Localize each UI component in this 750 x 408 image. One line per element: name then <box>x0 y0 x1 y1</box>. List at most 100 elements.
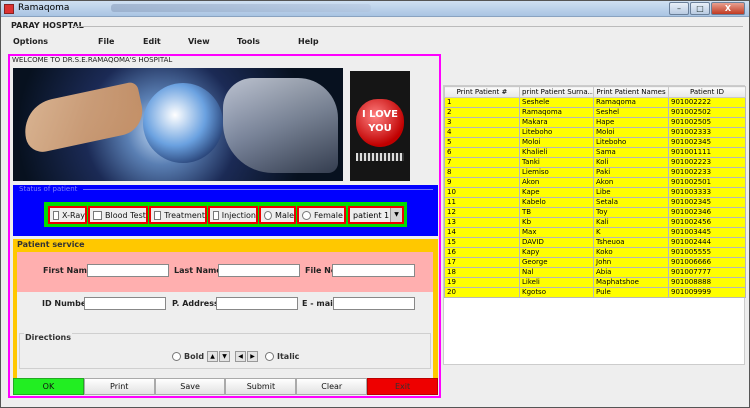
column-header[interactable]: print Patient Surna... <box>519 86 594 98</box>
maximize-button[interactable]: □ <box>690 2 710 15</box>
table-cell[interactable]: 901002345 <box>668 137 746 148</box>
table-cell[interactable]: Akon <box>593 177 669 188</box>
table-cell[interactable]: Akon <box>519 177 594 188</box>
table-cell[interactable]: 10 <box>444 187 520 198</box>
table-cell[interactable]: TB <box>519 207 594 218</box>
table-cell[interactable]: 17 <box>444 257 520 268</box>
submit-button[interactable]: Submit <box>225 378 297 395</box>
arrow-down-icon[interactable]: ▼ <box>219 351 230 362</box>
table-cell[interactable]: Abia <box>593 267 669 278</box>
save-button[interactable]: Save <box>154 378 226 395</box>
table-row[interactable]: 11 Kabelo Setala 901002345 <box>444 197 746 208</box>
table-row[interactable]: 3 Makara Hape 901002505 <box>444 117 746 128</box>
table-cell[interactable]: 901002222 <box>668 97 746 108</box>
table-cell[interactable]: Tanki <box>519 157 594 168</box>
clear-button[interactable]: Clear <box>296 378 368 395</box>
arrow-left-icon[interactable]: ◀ <box>235 351 246 362</box>
column-header[interactable]: Print Patient Names <box>593 86 669 98</box>
table-cell[interactable]: 18 <box>444 267 520 278</box>
table-cell[interactable]: Tsheuoa <box>593 237 669 248</box>
table-cell[interactable]: Kape <box>519 187 594 198</box>
table-cell[interactable]: Liemiso <box>519 167 594 178</box>
menu-file[interactable]: File <box>98 37 114 46</box>
table-cell[interactable]: 901002345 <box>668 197 746 208</box>
patient-select[interactable]: patient 1 ▼ <box>348 206 404 224</box>
table-cell[interactable]: Toy <box>593 207 669 218</box>
table-cell[interactable]: 6 <box>444 147 520 158</box>
table-row[interactable]: 19 Likeli Maphatshoe 901008888 <box>444 277 746 288</box>
table-cell[interactable]: Kb <box>519 217 594 228</box>
table-cell[interactable]: 901002505 <box>668 117 746 128</box>
table-cell[interactable]: 8 <box>444 167 520 178</box>
table-row[interactable]: 18 Nal Abia 901007777 <box>444 267 746 278</box>
last-name-field[interactable] <box>218 264 300 277</box>
table-cell[interactable]: John <box>593 257 669 268</box>
table-row[interactable]: 1 Seshele Ramaqoma 901002222 <box>444 97 746 108</box>
bold-radio[interactable]: Bold <box>172 352 204 361</box>
female-radio[interactable]: Female <box>297 206 346 224</box>
injection-checkbox[interactable]: Injection <box>208 206 258 224</box>
table-cell[interactable]: Makara <box>519 117 594 128</box>
table-cell[interactable]: Hape <box>593 117 669 128</box>
menu-view[interactable]: View <box>188 37 210 46</box>
table-row[interactable]: 20 Kgotso Pule 901009999 <box>444 287 746 298</box>
p-address-field[interactable] <box>216 297 298 310</box>
chevron-down-icon[interactable]: ▼ <box>390 208 402 222</box>
table-row[interactable]: 17 George John 901006666 <box>444 257 746 268</box>
table-cell[interactable]: 901002223 <box>668 157 746 168</box>
table-cell[interactable]: Kali <box>593 217 669 228</box>
table-cell[interactable]: 4 <box>444 127 520 138</box>
table-cell[interactable]: 901009999 <box>668 287 746 298</box>
table-cell[interactable]: 901005555 <box>668 247 746 258</box>
table-cell[interactable]: Likeli <box>519 277 594 288</box>
table-cell[interactable]: Kapy <box>519 247 594 258</box>
table-cell[interactable]: Libe <box>593 187 669 198</box>
table-cell[interactable]: 901006666 <box>668 257 746 268</box>
table-row[interactable]: 4 Liteboho Moloi 901002333 <box>444 127 746 138</box>
table-cell[interactable]: Maphatshoe <box>593 277 669 288</box>
table-row[interactable]: 2 Ramaqoma Seshel 901002502 <box>444 107 746 118</box>
title-bar[interactable]: Ramaqoma – □ X <box>1 1 749 17</box>
table-cell[interactable]: 13 <box>444 217 520 228</box>
table-cell[interactable]: 12 <box>444 207 520 218</box>
table-cell[interactable]: Pule <box>593 287 669 298</box>
print-button[interactable]: Print <box>83 378 155 395</box>
table-cell[interactable]: 15 <box>444 237 520 248</box>
table-cell[interactable]: 901002444 <box>668 237 746 248</box>
table-row[interactable]: 12 TB Toy 901002346 <box>444 207 746 218</box>
table-cell[interactable]: 901002501 <box>668 177 746 188</box>
xray-checkbox[interactable]: X-Ray <box>48 206 87 224</box>
table-cell[interactable]: Koli <box>593 157 669 168</box>
ok-button[interactable]: OK <box>13 378 84 395</box>
table-cell[interactable]: DAVID <box>519 237 594 248</box>
table-cell[interactable]: 901002502 <box>668 107 746 118</box>
arrow-up-icon[interactable]: ▲ <box>207 351 218 362</box>
table-cell[interactable]: 901002456 <box>668 217 746 228</box>
table-cell[interactable]: George <box>519 257 594 268</box>
table-row[interactable]: 13 Kb Kali 901002456 <box>444 217 746 228</box>
table-cell[interactable]: Max <box>519 227 594 238</box>
table-cell[interactable]: Seshel <box>593 107 669 118</box>
id-number-field[interactable] <box>84 297 166 310</box>
table-cell[interactable]: K <box>593 227 669 238</box>
table-row[interactable]: 5 Moloi Liteboho 901002345 <box>444 137 746 148</box>
table-cell[interactable]: Khalieli <box>519 147 594 158</box>
table-row[interactable]: 14 Max K 901003445 <box>444 227 746 238</box>
menu-help[interactable]: Help <box>298 37 319 46</box>
table-cell[interactable]: Seshele <box>519 97 594 108</box>
table-cell[interactable]: 19 <box>444 277 520 288</box>
table-cell[interactable]: Moloi <box>519 137 594 148</box>
table-cell[interactable]: 901002233 <box>668 167 746 178</box>
email-field[interactable] <box>333 297 415 310</box>
table-cell[interactable]: Koko <box>593 247 669 258</box>
table-cell[interactable]: 901003445 <box>668 227 746 238</box>
table-cell[interactable]: 1 <box>444 97 520 108</box>
table-row[interactable]: 10 Kape Libe 901003333 <box>444 187 746 198</box>
table-cell[interactable]: 901002346 <box>668 207 746 218</box>
exit-button[interactable]: Exit <box>367 378 438 395</box>
table-row[interactable]: 8 Liemiso Paki 901002233 <box>444 167 746 178</box>
table-row[interactable]: 7 Tanki Koli 901002223 <box>444 157 746 168</box>
minimize-button[interactable]: – <box>669 2 689 15</box>
arrow-right-icon[interactable]: ▶ <box>247 351 258 362</box>
table-cell[interactable]: Ramaqoma <box>593 97 669 108</box>
